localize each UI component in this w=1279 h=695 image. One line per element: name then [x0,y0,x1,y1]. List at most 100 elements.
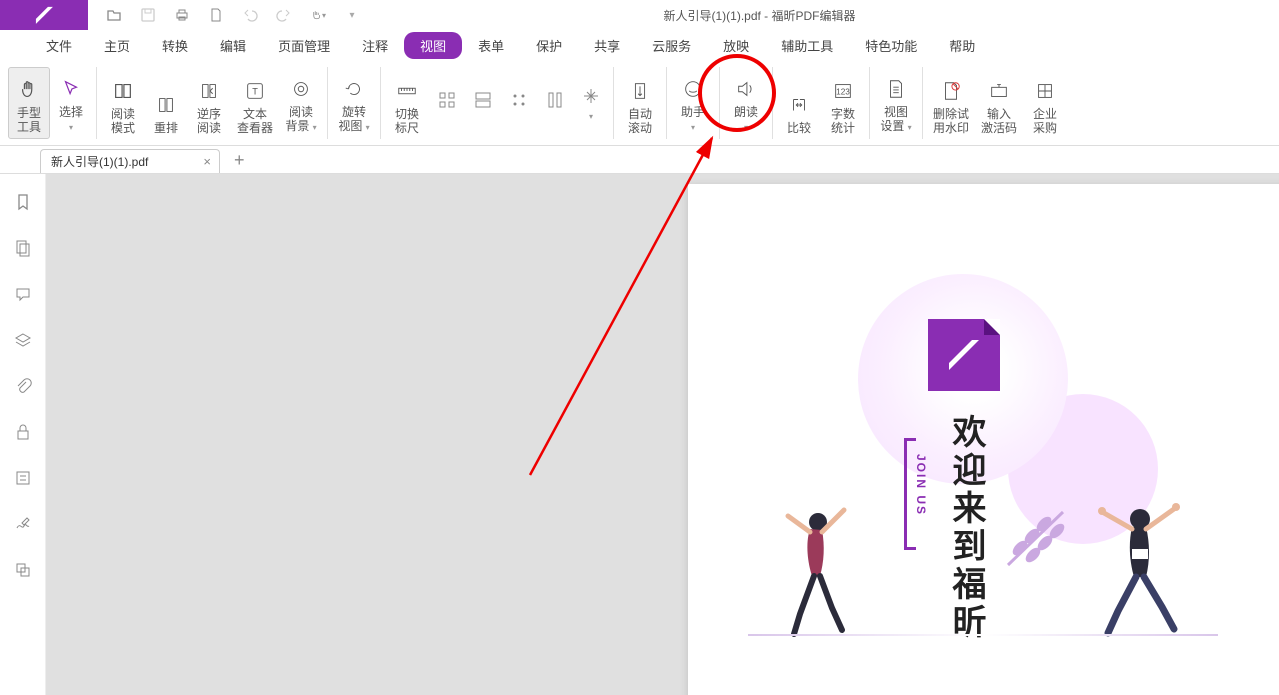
watermark-icon [940,78,962,104]
speaker-icon [735,76,757,102]
dancer-left-graphic [770,504,860,642]
rotate-button[interactable]: 旋转 视图 ▾ [332,67,376,139]
read-mode-button[interactable]: 阅读 模式 [101,67,145,139]
columns-icon [546,87,564,113]
assistant-icon [682,76,704,102]
qat-more-icon[interactable]: ▾ [344,7,360,23]
svg-text:123: 123 [836,87,850,96]
reflow-icon [155,92,177,118]
foxit-logo-icon [928,319,1000,391]
menu-pages[interactable]: 页面管理 [262,32,346,59]
snap-button[interactable]: ▾ [573,67,609,139]
read-bg-button[interactable]: 阅读 背景 ▾ [279,67,323,139]
save-icon[interactable] [140,7,156,23]
menu-accessibility[interactable]: 辅助工具 [765,32,849,59]
document-tab-label: 新人引导(1)(1).pdf [51,153,148,170]
menu-features[interactable]: 特色功能 [849,32,933,59]
menu-bar: 文件 主页 转换 编辑 页面管理 注释 视图 表单 保护 共享 云服务 放映 辅… [0,30,1279,60]
auto-scroll-button[interactable]: 自动 滚动 [618,67,662,139]
select-icon [60,76,82,102]
grid4-button[interactable] [537,67,573,139]
ruler-icon [396,78,418,104]
comments-icon[interactable] [11,282,35,306]
menu-file[interactable]: 文件 [30,32,88,59]
add-tab-button[interactable]: + [234,150,245,173]
welcome-text: 欢迎来到福昕 [942,414,991,642]
menu-cloud[interactable]: 云服务 [636,32,707,59]
layers-icon[interactable] [11,328,35,352]
reverse-icon [198,78,220,104]
enter-code-button[interactable]: 输入 激活码 [975,67,1023,139]
menu-edit[interactable]: 编辑 [204,32,262,59]
count-icon: 123 [832,78,854,104]
divider-line [748,634,1218,636]
signatures-icon[interactable] [11,512,35,536]
pages-icon[interactable] [11,236,35,260]
grid1-button[interactable] [429,67,465,139]
read-aloud-button[interactable]: 朗读▾ [724,67,768,139]
book-icon [112,78,134,104]
svg-text:T: T [252,86,258,96]
assistant-button[interactable]: 助手▾ [671,67,715,139]
join-us-text: JOIN US [914,454,928,516]
hand-tool-button[interactable]: 手型 工具 [8,67,50,139]
duplicate-icon[interactable] [11,558,35,582]
settings-doc-icon [885,76,907,102]
menu-form[interactable]: 表单 [462,32,520,59]
menu-protect[interactable]: 保护 [520,32,578,59]
dancer-right-graphic [1088,499,1188,644]
hand-icon [18,77,40,103]
bookmarks-icon[interactable] [11,190,35,214]
menu-share[interactable]: 共享 [578,32,636,59]
menu-view[interactable]: 视图 [404,32,462,59]
menu-annotate[interactable]: 注释 [346,32,404,59]
title-bar: ▾ ▾ 新人引导(1)(1).pdf - 福昕PDF编辑器 [0,0,1279,30]
open-icon[interactable] [106,7,122,23]
grid-icon [438,87,456,113]
enterprise-icon [1034,78,1056,104]
snap-icon [582,83,600,109]
ribbon: 手型 工具 选择▾ 阅读 模式 重排 逆序 阅读 T 文本 查看器 阅读 背景 … [0,60,1279,146]
main-area: JOIN US 欢迎来到福昕 [0,174,1279,695]
scroll-icon [629,78,651,104]
rotate-icon [343,76,365,102]
menu-play[interactable]: 放映 [707,32,765,59]
view-settings-button[interactable]: 视图 设置 ▾ [874,67,918,139]
menu-convert[interactable]: 转换 [146,32,204,59]
menu-help[interactable]: 帮助 [933,32,991,59]
app-logo [0,0,88,30]
dots-icon [510,87,528,113]
bg-icon [290,76,312,102]
print-icon[interactable] [174,7,190,23]
layout-icon [474,87,492,113]
compare-icon [788,92,810,118]
form-fields-icon[interactable] [11,466,35,490]
close-tab-icon[interactable]: × [203,154,211,169]
remove-watermark-button[interactable]: 删除试 用水印 [927,67,975,139]
word-count-button[interactable]: 123 字数 统计 [821,67,865,139]
document-tab[interactable]: 新人引导(1)(1).pdf × [40,149,220,173]
pdf-page: JOIN US 欢迎来到福昕 [688,184,1279,695]
grid2-button[interactable] [465,67,501,139]
menu-home[interactable]: 主页 [88,32,146,59]
navigation-sidebar [0,174,46,695]
attachments-icon[interactable] [11,374,35,398]
document-tab-strip: 新人引导(1)(1).pdf × + [0,146,1279,174]
text-viewer-icon: T [244,78,266,104]
undo-icon[interactable] [242,7,258,23]
security-icon[interactable] [11,420,35,444]
hand-small-icon[interactable]: ▾ [310,7,326,23]
compare-button[interactable]: 比较 [777,67,821,139]
reverse-read-button[interactable]: 逆序 阅读 [187,67,231,139]
text-viewer-button[interactable]: T 文本 查看器 [231,67,279,139]
redo-icon[interactable] [276,7,292,23]
quick-access-toolbar: ▾ ▾ [106,7,360,23]
enterprise-button[interactable]: 企业 采购 [1023,67,1067,139]
page-icon[interactable] [208,7,224,23]
reflow-button[interactable]: 重排 [145,67,187,139]
document-canvas[interactable]: JOIN US 欢迎来到福昕 [46,174,1279,695]
grid3-button[interactable] [501,67,537,139]
leaf-graphic [998,500,1078,575]
ruler-button[interactable]: 切换 标尺 [385,67,429,139]
select-button[interactable]: 选择▾ [50,67,92,139]
